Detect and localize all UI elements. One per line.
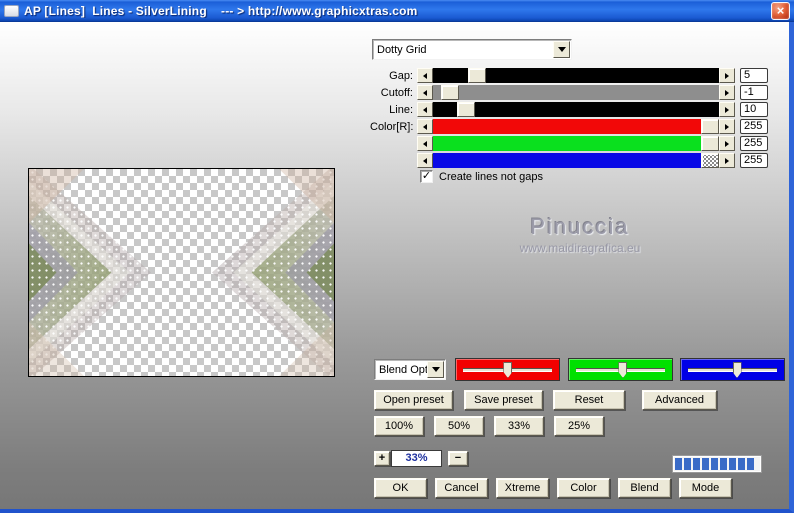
zoom-50-button[interactable]: 50% bbox=[434, 416, 484, 436]
blend-options-value: Blend Opti bbox=[379, 363, 427, 376]
ok-button[interactable]: OK bbox=[374, 478, 427, 498]
slider-thumb[interactable] bbox=[618, 362, 628, 378]
blend-options-select[interactable]: Blend Opti bbox=[374, 359, 446, 380]
zoom-level-display: 33% bbox=[391, 450, 442, 467]
chevron-down-icon[interactable] bbox=[427, 361, 444, 378]
blue-channel-slider[interactable] bbox=[680, 358, 785, 381]
line-value-input[interactable]: 10 bbox=[740, 102, 768, 117]
create-lines-option: ✓ Create lines not gaps bbox=[420, 170, 543, 183]
color-g-row: 255 bbox=[370, 136, 768, 151]
app-icon bbox=[4, 4, 19, 17]
slider-thumb[interactable] bbox=[701, 136, 719, 151]
zoom-control: + 33% − bbox=[374, 450, 468, 467]
cancel-button[interactable]: Cancel bbox=[435, 478, 488, 498]
slider-right-arrow-icon[interactable] bbox=[719, 85, 735, 100]
slider-track[interactable] bbox=[433, 119, 719, 134]
color-r-value-input[interactable]: 255 bbox=[740, 119, 768, 134]
slider-thumb[interactable] bbox=[701, 119, 719, 134]
pattern-select-value: Dotty Grid bbox=[377, 43, 427, 56]
line-slider[interactable] bbox=[417, 102, 735, 117]
reset-button[interactable]: Reset bbox=[553, 390, 625, 410]
slider-right-arrow-icon[interactable] bbox=[719, 136, 735, 151]
cutoff-row: Cutoff: -1 bbox=[370, 85, 768, 100]
slider-left-arrow-icon[interactable] bbox=[417, 85, 433, 100]
color-b-value-input[interactable]: 255 bbox=[740, 153, 768, 168]
slider-thumb[interactable] bbox=[457, 102, 476, 117]
close-icon: × bbox=[776, 2, 785, 18]
cutoff-slider[interactable] bbox=[417, 85, 735, 100]
red-channel-slider[interactable] bbox=[455, 358, 560, 381]
gap-label: Gap: bbox=[389, 69, 413, 82]
color-button[interactable]: Color bbox=[557, 478, 610, 498]
window-frame: Dotty Grid Gap: 5 Cutoff: -1 Line: 10 Co… bbox=[0, 22, 794, 513]
titlebar[interactable]: AP [Lines] Lines - SilverLining --- > ht… bbox=[0, 0, 794, 22]
window-title: AP [Lines] Lines - SilverLining --- > ht… bbox=[24, 3, 418, 18]
slider-right-arrow-icon[interactable] bbox=[719, 119, 735, 134]
create-lines-checkbox[interactable]: ✓ bbox=[420, 170, 433, 183]
color-r-slider[interactable] bbox=[417, 119, 735, 134]
pattern-select[interactable]: Dotty Grid bbox=[372, 39, 572, 60]
slider-track[interactable] bbox=[433, 68, 719, 83]
zoom-in-button[interactable]: + bbox=[374, 451, 390, 466]
slider-left-arrow-icon[interactable] bbox=[417, 119, 433, 134]
slider-right-arrow-icon[interactable] bbox=[719, 153, 735, 168]
slider-track[interactable] bbox=[433, 85, 719, 100]
zoom-button-row: 100% 50% 33% 25% bbox=[374, 416, 614, 436]
slider-thumb[interactable] bbox=[441, 85, 460, 100]
mode-button[interactable]: Mode bbox=[679, 478, 732, 498]
color-b-slider[interactable] bbox=[417, 153, 735, 168]
watermark-name: Pinuccia bbox=[530, 214, 630, 239]
create-lines-label: Create lines not gaps bbox=[439, 170, 543, 183]
cutoff-label: Cutoff: bbox=[380, 86, 413, 99]
save-preset-button[interactable]: Save preset bbox=[464, 390, 543, 410]
preset-button-row: Open preset Save preset Reset Advanced bbox=[374, 390, 717, 410]
color-g-value-input[interactable]: 255 bbox=[740, 136, 768, 151]
progress-bar bbox=[672, 455, 762, 473]
slider-left-arrow-icon[interactable] bbox=[417, 102, 433, 117]
color-b-row: 255 bbox=[370, 153, 768, 168]
slider-left-arrow-icon[interactable] bbox=[417, 68, 433, 83]
gap-slider[interactable] bbox=[417, 68, 735, 83]
zoom-100-button[interactable]: 100% bbox=[374, 416, 424, 436]
slider-thumb[interactable] bbox=[467, 68, 486, 83]
xtreme-button[interactable]: Xtreme bbox=[496, 478, 549, 498]
slider-track[interactable] bbox=[433, 136, 719, 151]
color-r-label: Color[R]: bbox=[370, 120, 414, 133]
slider-left-arrow-icon[interactable] bbox=[417, 136, 433, 151]
line-label: Line: bbox=[389, 103, 413, 116]
action-button-row: OK Cancel Xtreme Color Blend Mode bbox=[374, 478, 740, 498]
watermark: Pinuccia www.maidiragrafica.eu bbox=[440, 214, 720, 255]
slider-track[interactable] bbox=[433, 153, 719, 168]
slider-thumb[interactable] bbox=[503, 362, 513, 378]
color-r-row: Color[R]: 255 bbox=[370, 119, 768, 134]
preview-right-shape bbox=[29, 169, 334, 376]
color-g-slider[interactable] bbox=[417, 136, 735, 151]
zoom-25-button[interactable]: 25% bbox=[554, 416, 604, 436]
line-row: Line: 10 bbox=[370, 102, 768, 117]
preview-canvas[interactable] bbox=[28, 168, 335, 377]
slider-left-arrow-icon[interactable] bbox=[417, 153, 433, 168]
gap-row: Gap: 5 bbox=[370, 68, 768, 83]
gap-value-input[interactable]: 5 bbox=[740, 68, 768, 83]
chevron-down-icon[interactable] bbox=[553, 41, 570, 58]
watermark-url: www.maidiragrafica.eu bbox=[519, 241, 641, 255]
blend-button[interactable]: Blend bbox=[618, 478, 671, 498]
close-button[interactable]: × bbox=[771, 1, 790, 20]
check-icon: ✓ bbox=[421, 170, 432, 182]
dialog-body: Dotty Grid Gap: 5 Cutoff: -1 Line: 10 Co… bbox=[0, 22, 789, 509]
plugin-window: AP [Lines] Lines - SilverLining --- > ht… bbox=[0, 0, 794, 513]
cutoff-value-input[interactable]: -1 bbox=[740, 85, 768, 100]
zoom-33-button[interactable]: 33% bbox=[494, 416, 544, 436]
open-preset-button[interactable]: Open preset bbox=[374, 390, 453, 410]
zoom-out-button[interactable]: − bbox=[448, 451, 468, 466]
slider-right-arrow-icon[interactable] bbox=[719, 68, 735, 83]
slider-track[interactable] bbox=[433, 102, 719, 117]
slider-thumb[interactable] bbox=[701, 153, 719, 168]
green-channel-slider[interactable] bbox=[568, 358, 673, 381]
progress-segments bbox=[675, 458, 759, 470]
advanced-button[interactable]: Advanced bbox=[642, 390, 717, 410]
slider-right-arrow-icon[interactable] bbox=[719, 102, 735, 117]
slider-thumb[interactable] bbox=[732, 362, 742, 378]
